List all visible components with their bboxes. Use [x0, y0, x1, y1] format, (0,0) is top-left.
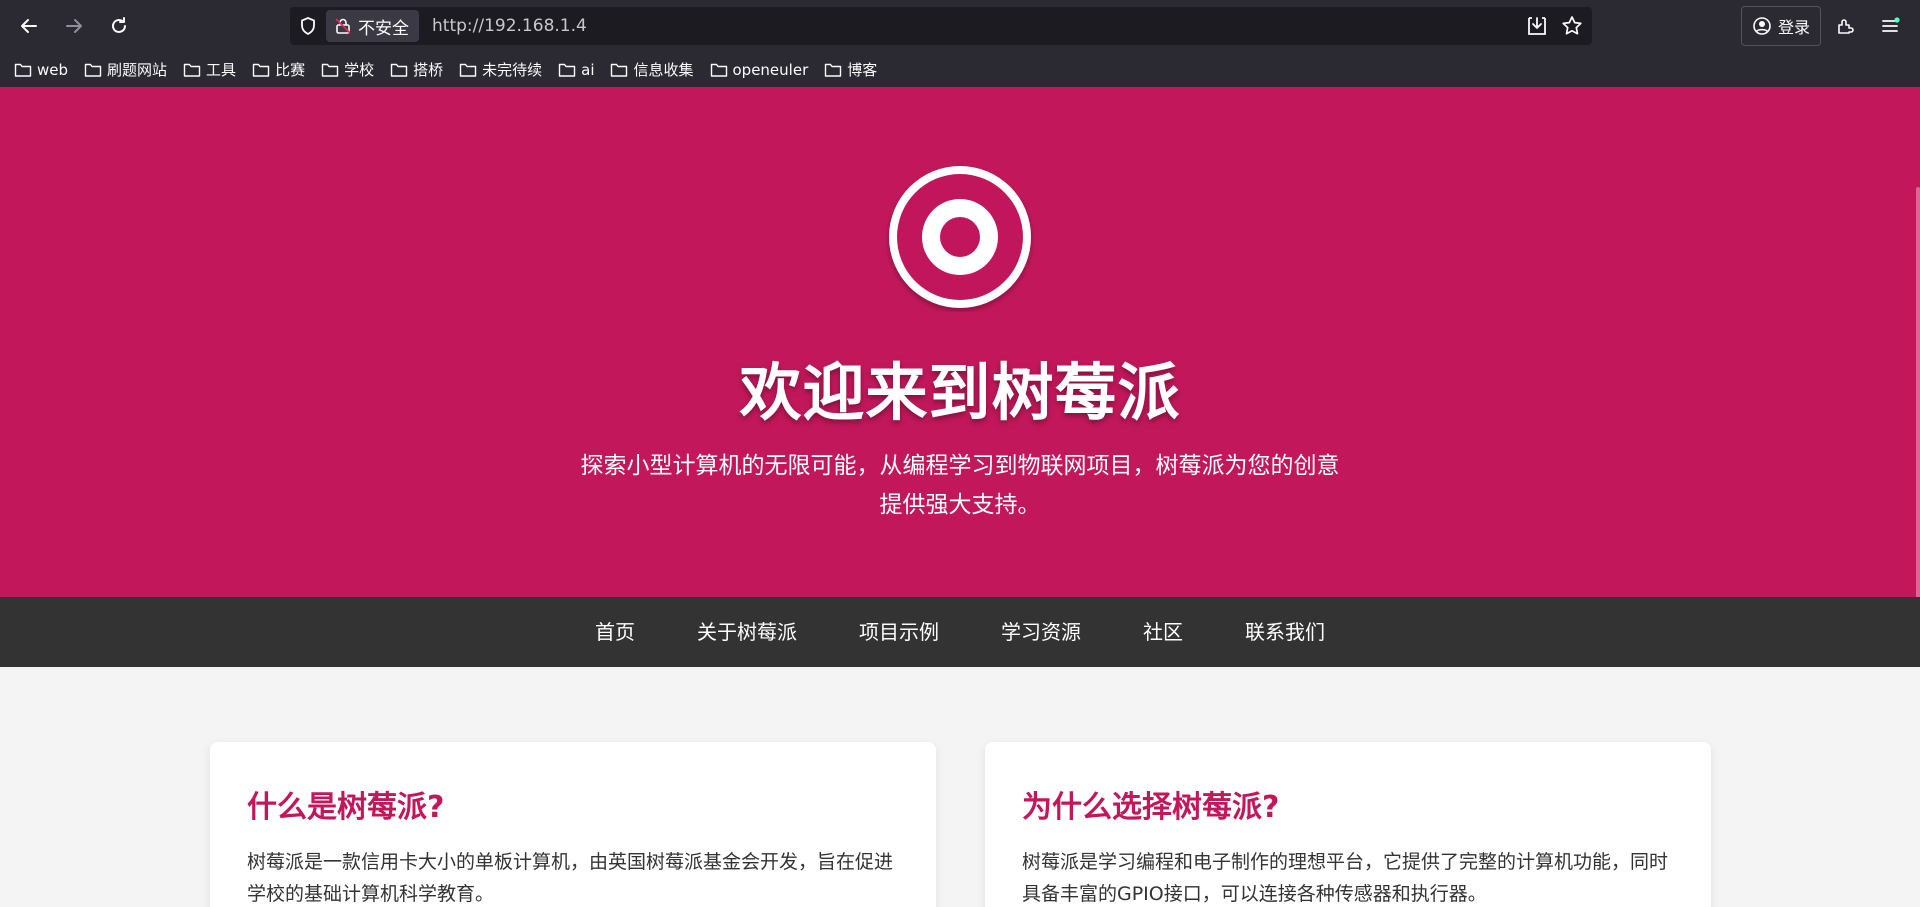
nav-item-home[interactable]: 首页 [564, 597, 666, 667]
browser-toolbar: 不安全 http://192.168.1.4 登录 [0, 0, 1920, 52]
bookmark-folder[interactable]: ai [558, 61, 594, 79]
hero-section: 欢迎来到树莓派 探索小型计算机的无限可能，从编程学习到物联网项目，树莓派为您的创… [0, 87, 1920, 627]
bookmark-label: 未完待续 [482, 61, 543, 79]
hero-subtitle: 探索小型计算机的无限可能，从编程学习到物联网项目，树莓派为您的创意提供强大支持。 [580, 453, 1340, 518]
card-text: 树莓派是一款信用卡大小的单板计算机，由英国树莓派基金会开发，旨在促进学校的基础计… [247, 851, 894, 905]
login-label: 登录 [1777, 18, 1810, 37]
folder-icon [710, 63, 727, 77]
bookmark-label: 刷题网站 [107, 61, 168, 79]
nav-item-contact[interactable]: 联系我们 [1214, 597, 1356, 667]
folder-icon [321, 63, 339, 77]
download-icon[interactable] [1525, 14, 1549, 38]
bookmark-label: openeuler [732, 60, 809, 79]
bookmark-folder[interactable]: 工具 [183, 59, 236, 80]
lock-icon [335, 18, 351, 34]
main-nav: 首页 关于树莓派 项目示例 学习资源 社区 联系我们 [0, 597, 1920, 667]
bookmark-folder[interactable]: 信息收集 [610, 59, 694, 80]
extensions-icon [1838, 19, 1854, 34]
folder-icon [558, 63, 576, 77]
forward-icon [66, 19, 82, 33]
bookmark-label: 搭桥 [413, 61, 444, 79]
url-text[interactable]: http://192.168.1.4 [432, 7, 587, 45]
folder-icon [252, 63, 270, 77]
page-title: 欢迎来到树莓派 [739, 356, 1181, 429]
folder-icon [459, 63, 477, 77]
info-card-why: 为什么选择树莓派? 树莓派是学习编程和电子制作的理想平台，它提供了完整的计算机功… [985, 742, 1711, 907]
raspberry-logo-icon [889, 166, 1031, 308]
forward-button[interactable] [57, 9, 91, 43]
bookmark-folder[interactable]: openeuler [710, 60, 809, 79]
nav-item-resources[interactable]: 学习资源 [970, 597, 1112, 667]
scrollbar[interactable] [1916, 187, 1920, 627]
bookmarks-bar: web 刷题网站 工具 比赛 学校 搭桥 未完待续 ai 信息收集 openeu… [0, 52, 1920, 87]
security-label: 不安全 [358, 18, 409, 39]
bookmark-folder[interactable]: 比赛 [252, 59, 305, 80]
bookmark-label: ai [581, 60, 595, 79]
nav-item-community[interactable]: 社区 [1112, 597, 1214, 667]
security-indicator[interactable]: 不安全 [326, 10, 419, 42]
info-card-what: 什么是树莓派? 树莓派是一款信用卡大小的单板计算机，由英国树莓派基金会开发，旨在… [210, 742, 936, 907]
reload-icon [112, 17, 126, 33]
account-icon [1753, 17, 1771, 35]
card-text: 树莓派是学习编程和电子制作的理想平台，它提供了完整的计算机功能，同时具备丰富的G… [1022, 851, 1669, 905]
menu-icon [1882, 17, 1900, 32]
bookmark-label: 学校 [344, 61, 375, 79]
menu-button[interactable] [1873, 9, 1907, 43]
bookmark-label: 工具 [206, 61, 237, 79]
browser-chrome: 不安全 http://192.168.1.4 登录 web 刷题网站 工具 比赛… [0, 0, 1920, 87]
nav-item-about[interactable]: 关于树莓派 [666, 597, 828, 667]
bookmark-folder[interactable]: 博客 [824, 59, 877, 80]
login-button[interactable]: 登录 [1741, 6, 1821, 46]
back-button[interactable] [12, 9, 46, 43]
card-title: 什么是树莓派? [247, 790, 445, 825]
reload-button[interactable] [102, 9, 136, 43]
bookmark-folder[interactable]: 搭桥 [390, 59, 443, 80]
bookmark-folder[interactable]: 未完待续 [459, 59, 542, 80]
bookmark-folder[interactable]: web [14, 61, 68, 79]
bookmark-folder[interactable]: 刷题网站 [84, 59, 167, 80]
star-icon[interactable] [1560, 14, 1584, 38]
nav-item-projects[interactable]: 项目示例 [828, 597, 970, 667]
back-icon [21, 19, 37, 33]
bookmark-label: web [37, 60, 69, 79]
folder-icon [14, 63, 32, 77]
folder-icon [390, 63, 408, 77]
shield-icon[interactable] [298, 16, 318, 36]
bookmark-folder[interactable]: 学校 [321, 59, 374, 80]
url-bar[interactable]: 不安全 http://192.168.1.4 [290, 7, 1592, 45]
folder-icon [183, 63, 201, 77]
bookmark-label: 信息收集 [633, 61, 694, 79]
folder-icon [611, 63, 628, 77]
bookmark-label: 比赛 [275, 61, 306, 79]
bookmark-label: 博客 [847, 61, 878, 79]
folder-icon [825, 63, 842, 77]
card-title: 为什么选择树莓派? [1022, 790, 1280, 825]
extensions-button[interactable] [1828, 9, 1862, 43]
folder-icon [84, 63, 102, 77]
